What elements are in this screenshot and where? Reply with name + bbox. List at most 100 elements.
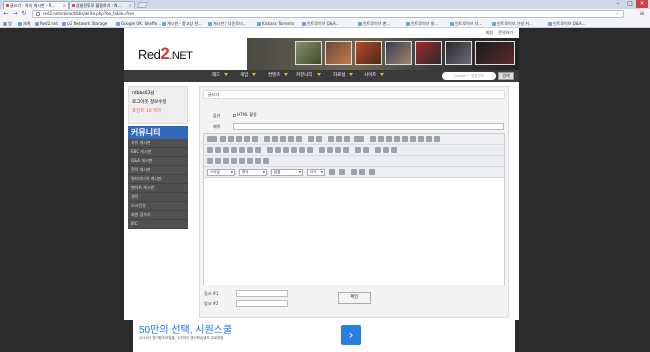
italic-icon[interactable] — [215, 147, 221, 153]
bookmark-item[interactable]: 게시판 | 다운로더... — [208, 20, 246, 27]
print-icon[interactable] — [244, 136, 250, 142]
align-right-icon[interactable] — [335, 147, 341, 153]
source-icon[interactable] — [207, 136, 217, 142]
browser-tab[interactable]: 상설전투로 활용하기 - N... × — [69, 1, 135, 9]
minimize-icon[interactable]: – — [612, 0, 624, 8]
bookmark-item[interactable]: 세계 — [18, 20, 30, 27]
numbered-list-icon[interactable] — [267, 147, 273, 153]
bookmark-item[interactable]: 인트로이브 빌... — [406, 20, 438, 27]
outdent-icon[interactable] — [283, 147, 289, 153]
banner-thumbnail[interactable] — [295, 41, 322, 65]
select-icon[interactable] — [410, 136, 416, 142]
bookmark-star-icon[interactable]: ☆ — [615, 11, 620, 17]
textfield-icon[interactable] — [394, 136, 400, 142]
copy-icon[interactable] — [272, 136, 278, 142]
link1-input[interactable] — [236, 290, 288, 297]
textarea-icon[interactable] — [402, 136, 408, 142]
link-icon[interactable] — [375, 147, 381, 153]
bookmark-item[interactable]: Red2.net — [35, 20, 58, 27]
select-all-icon[interactable] — [344, 136, 350, 142]
ad-title[interactable]: 50만의 선택, 시원스쿨 — [139, 321, 232, 336]
style-select[interactable]: 스타일 ▼ — [207, 169, 235, 176]
html-checkbox[interactable] — [233, 113, 236, 117]
sidebar-item-members[interactable]: 회원 접속자 — [128, 211, 188, 220]
bookmark-item[interactable]: 앱 — [3, 20, 12, 27]
editor-content-area[interactable] — [204, 178, 504, 285]
close-window-icon[interactable]: × — [636, 0, 648, 8]
blockquote-icon[interactable] — [299, 147, 305, 153]
align-justify-icon[interactable] — [343, 147, 349, 153]
sidebar-item-gallery[interactable]: 갤럭 — [128, 193, 188, 202]
ad-banner[interactable]: 50만의 선택, 시원스쿨 2015년 영어왕초보탈출, 3/3까지 영어학습캠… — [133, 320, 515, 352]
bg-color-icon[interactable] — [339, 169, 345, 175]
menu-item-red[interactable]: 레드 — [212, 70, 229, 82]
sidebar-item-strategy[interactable]: 전략 게시판 — [128, 166, 188, 175]
menu-item-contents[interactable]: 컨텐츠 — [268, 70, 289, 82]
sidebar-item-free[interactable]: 자유 게시판 — [128, 139, 188, 148]
banner-thumbnail[interactable] — [325, 41, 352, 65]
tab-close-icon[interactable]: × — [63, 2, 66, 9]
image-button-icon[interactable] — [426, 136, 432, 142]
hidden-field-icon[interactable] — [434, 136, 440, 142]
flash-icon[interactable] — [215, 158, 221, 164]
bold-icon[interactable] — [207, 147, 213, 153]
iframe-icon[interactable] — [263, 158, 269, 164]
size-select[interactable]: 크기 ▼ — [307, 169, 325, 176]
anchor-icon[interactable] — [391, 147, 397, 153]
reload-icon[interactable]: ↻ — [20, 10, 28, 18]
profile-link[interactable]: 로그아웃 정보수정 — [132, 99, 184, 105]
help-icon[interactable] — [369, 169, 375, 175]
strike-icon[interactable] — [231, 147, 237, 153]
underline-icon[interactable] — [223, 147, 229, 153]
rtl-icon[interactable] — [363, 147, 369, 153]
site-search-input[interactable]: Google™ 맞춤검색 — [442, 72, 496, 80]
username[interactable]: rdbbs03님 — [132, 90, 184, 96]
html-option[interactable]: HTML 활용 — [233, 112, 257, 118]
bookmark-item[interactable]: Kickass Torrents — [257, 20, 294, 27]
back-icon[interactable]: ← — [2, 10, 10, 18]
menu-icon[interactable]: ≡ — [638, 10, 646, 18]
forward-icon[interactable]: → — [11, 10, 19, 18]
paste-text-icon[interactable] — [288, 136, 294, 142]
maximize-icon[interactable]: □ — [624, 0, 636, 8]
new-tab-button[interactable] — [136, 2, 149, 8]
menu-item-site[interactable]: 사이트 — [364, 70, 385, 82]
bookmark-item[interactable]: 인트로이브 가설 커... — [492, 20, 533, 27]
subscript-icon[interactable] — [239, 147, 245, 153]
bookmark-item[interactable]: 인트로이브 팬... — [358, 20, 390, 27]
new-page-icon[interactable] — [228, 136, 234, 142]
bulleted-list-icon[interactable] — [275, 147, 281, 153]
sidebar-item-irc[interactable]: IRC — [128, 220, 188, 229]
bookmark-item[interactable]: 인트로이브 Q&A... — [302, 20, 339, 27]
sidebar-item-multimedia[interactable]: 멀티미디어 게시판 — [128, 175, 188, 184]
sidebar-item-screenshot[interactable]: 스크린샷 — [128, 202, 188, 211]
unlink-icon[interactable] — [383, 147, 389, 153]
checkbox-icon[interactable] — [378, 136, 384, 142]
div-icon[interactable] — [307, 147, 313, 153]
image-icon[interactable] — [207, 158, 213, 164]
site-logo[interactable]: Red2.NET — [138, 44, 193, 64]
undo-icon[interactable] — [308, 136, 314, 142]
align-left-icon[interactable] — [319, 147, 325, 153]
format-select[interactable]: 형식 ▼ — [239, 169, 267, 176]
menu-item-community[interactable]: 커뮤니티 — [296, 70, 321, 82]
font-select[interactable]: 글꼴 ▼ — [271, 169, 303, 176]
bookmark-item[interactable]: LG Network Storage — [62, 20, 107, 27]
menu-item-archive[interactable]: 자료실 — [333, 70, 354, 82]
banner-thumbnail[interactable] — [415, 41, 442, 65]
chevron-right-icon[interactable]: › — [341, 325, 361, 345]
ltr-icon[interactable] — [355, 147, 361, 153]
bookmark-item[interactable]: Google UK, Sheffe... — [116, 20, 161, 27]
menu-item-game[interactable]: 게임 — [240, 70, 257, 82]
save-icon[interactable] — [220, 136, 226, 142]
subject-input[interactable] — [233, 123, 504, 130]
superscript-icon[interactable] — [247, 147, 253, 153]
redo-icon[interactable] — [316, 136, 322, 142]
preview-icon[interactable] — [236, 136, 242, 142]
replace-icon[interactable] — [336, 136, 342, 142]
banner-thumbnail[interactable] — [445, 41, 472, 65]
points-link[interactable]: 포인트 10 쪽지 — [132, 108, 184, 114]
submit-button[interactable]: 확인 — [338, 292, 371, 304]
bookmark-item[interactable]: 인트로이브 Q&A... — [548, 20, 585, 27]
templates-icon[interactable] — [252, 136, 258, 142]
